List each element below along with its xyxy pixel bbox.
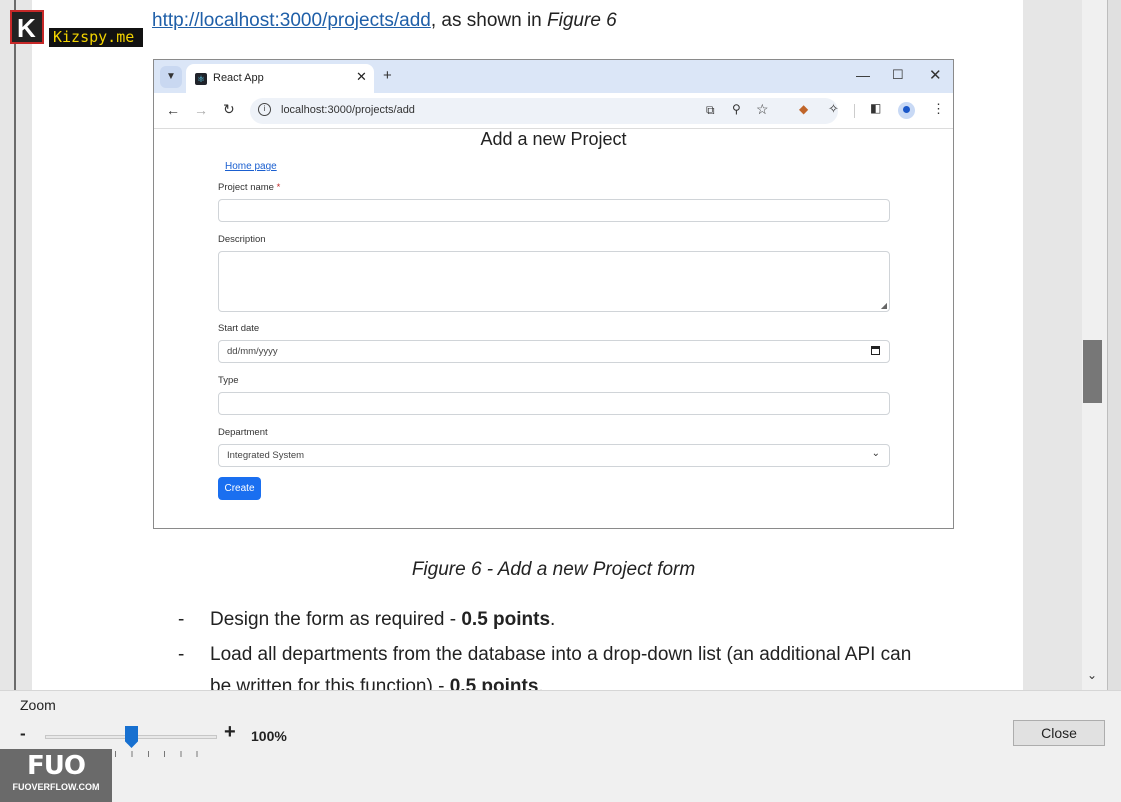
address-bar[interactable]: i localhost:3000/projects/add ⧉ ⚲ ☆	[250, 98, 838, 124]
browser-tab[interactable]: ⚛ React App ✕	[186, 64, 374, 93]
project-name-label: Project name *	[218, 182, 280, 193]
home-page-link[interactable]: Home page	[225, 161, 277, 172]
zoom-icon[interactable]: ⚲	[732, 102, 741, 116]
type-label: Type	[218, 375, 239, 386]
vertical-scrollbar[interactable]: ⌄	[1082, 0, 1107, 690]
fuo-site-label: FUOVERFLOW.COM	[12, 782, 100, 792]
address-url[interactable]: localhost:3000/projects/add	[281, 104, 415, 116]
scroll-down-icon[interactable]: ⌄	[1087, 668, 1097, 682]
bullet-item: be written for this function) - 0.5 poin…	[178, 676, 544, 690]
zoom-out-button[interactable]: -	[20, 724, 26, 744]
bullet-text: Design the form as required -	[210, 609, 462, 630]
intro-text: , as shown in	[430, 10, 548, 31]
type-input[interactable]	[218, 392, 890, 415]
menu-icon[interactable]: ⋮	[932, 101, 945, 117]
react-icon: ⚛	[195, 73, 207, 85]
new-tab-icon[interactable]: +	[383, 67, 392, 84]
create-button[interactable]: Create	[218, 477, 261, 500]
start-date-placeholder: dd/mm/yyyy	[227, 346, 278, 357]
zoom-in-button[interactable]: +	[224, 721, 236, 744]
site-info-icon[interactable]: i	[258, 103, 271, 116]
required-mark: *	[276, 182, 281, 193]
calendar-icon[interactable]	[871, 346, 880, 355]
page-left-border	[14, 0, 16, 690]
right-edge-strip	[1107, 0, 1121, 690]
bullet-tail: .	[550, 609, 556, 630]
side-panel-icon[interactable]: ◧	[870, 101, 881, 115]
tab-close-icon[interactable]: ✕	[356, 69, 367, 85]
tab-title: React App	[213, 72, 264, 84]
department-label: Department	[218, 427, 268, 438]
bullet-tail: .	[538, 676, 544, 690]
intro-figure-ref: Figure 6	[547, 10, 617, 31]
intro-line: http://localhost:3000/projects/add, as s…	[152, 10, 617, 32]
department-selected-value: Integrated System	[227, 450, 305, 461]
browser-toolbar: ← → ↻ i localhost:3000/projects/add ⧉ ⚲ …	[154, 93, 953, 129]
bullet-text: Load all departments from the database i…	[210, 644, 912, 665]
kizspy-logo: K	[10, 10, 44, 44]
project-name-input[interactable]	[218, 199, 890, 222]
bullet-text: be written for this function) -	[210, 676, 450, 690]
zoom-slider-handle[interactable]	[125, 726, 138, 748]
bullet-points: 0.5 points	[449, 676, 539, 690]
tab-search-icon[interactable]: ▼	[160, 66, 182, 88]
zoom-panel: Zoom - + 100% Close	[0, 690, 1121, 802]
forward-arrow-icon[interactable]: →	[194, 102, 208, 118]
document-viewer: http://localhost:3000/projects/add, as s…	[0, 0, 1121, 690]
reload-icon[interactable]: ↻	[223, 101, 235, 118]
star-icon[interactable]: ☆	[756, 101, 769, 118]
figure-caption: Figure 6 - Add a new Project form	[411, 559, 696, 580]
project-name-label-text: Project name	[218, 182, 274, 193]
resize-grip-icon[interactable]: ◢	[881, 301, 887, 310]
browser-screenshot: ▼ ⚛ React App ✕ + — ☐ ✕ ← → ↻ i localhos…	[153, 59, 954, 529]
bullet-item: - Load all departments from the database …	[178, 644, 911, 666]
start-date-label: Start date	[218, 323, 260, 334]
department-select[interactable]: Integrated System ⌄	[218, 444, 890, 467]
start-date-input[interactable]: dd/mm/yyyy	[218, 340, 890, 363]
chevron-down-icon: ⌄	[871, 448, 880, 459]
bullet-points: 0.5 points	[461, 609, 551, 630]
scrollbar-thumb[interactable]	[1083, 340, 1102, 403]
back-arrow-icon[interactable]: ←	[166, 102, 180, 118]
zoom-label: Zoom	[20, 697, 56, 713]
description-textarea[interactable]: ◢	[218, 251, 890, 312]
close-button[interactable]: Close	[1013, 720, 1105, 746]
window-close-icon[interactable]: ✕	[929, 66, 942, 84]
zoom-value: 100%	[251, 728, 287, 744]
minimize-icon[interactable]: —	[856, 67, 870, 83]
browser-tab-bar: ▼ ⚛ React App ✕ + — ☐ ✕	[154, 60, 953, 93]
bullet-dash: -	[178, 644, 185, 665]
profile-icon[interactable]	[898, 102, 915, 119]
description-label: Description	[218, 234, 266, 245]
puzzle-icon[interactable]: ✧	[828, 101, 839, 117]
extension-icon[interactable]: ◆	[799, 102, 808, 116]
kizspy-label: Kizspy.me	[49, 28, 143, 47]
bullet-dash: -	[178, 609, 185, 630]
form-title: Add a new Project	[480, 129, 627, 149]
cast-icon[interactable]: ⧉	[706, 103, 715, 118]
fuo-mark: FUO	[27, 751, 86, 781]
bullet-item: - Design the form as required - 0.5 point…	[178, 609, 555, 631]
maximize-icon[interactable]: ☐	[892, 67, 904, 83]
project-add-link[interactable]: http://localhost:3000/projects/add	[152, 10, 431, 31]
fuo-logo: FUO FUOVERFLOW.COM	[0, 749, 112, 802]
toolbar-divider	[854, 104, 855, 118]
document-page: http://localhost:3000/projects/add, as s…	[32, 0, 1023, 690]
